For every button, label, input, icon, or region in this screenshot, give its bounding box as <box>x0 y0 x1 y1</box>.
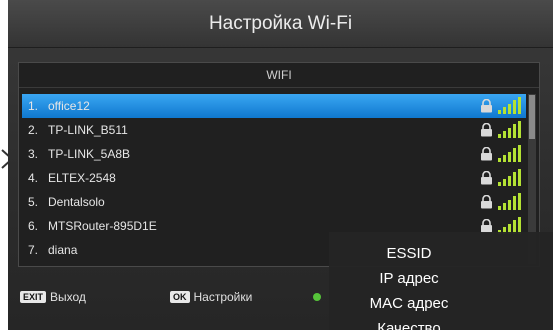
network-row[interactable]: 2. TP-LINK_B511 <box>22 118 526 142</box>
network-row[interactable]: 4. ELTEX-2548 <box>22 166 526 190</box>
exit-key-badge: EXIT <box>20 291 47 303</box>
signal-strength-icon <box>498 121 521 138</box>
row-number: 2. <box>28 123 39 137</box>
info-overlay-menu: ESSID IP адрес MAC адрес Качество <box>329 232 553 330</box>
panel-header: WIFI <box>19 63 539 88</box>
row-number: 3. <box>28 147 39 161</box>
lock-icon <box>481 171 492 185</box>
row-number: 7. <box>28 243 39 257</box>
row-number: 4. <box>28 171 39 185</box>
signal-strength-icon <box>498 97 521 114</box>
ssid-label: TP-LINK_5A8B <box>48 147 131 161</box>
green-key-icon <box>313 293 321 301</box>
lock-icon <box>481 99 492 113</box>
exit-label: Выход <box>50 290 86 304</box>
menu-item-quality[interactable]: Качество <box>329 320 489 330</box>
signal-strength-icon <box>498 145 521 162</box>
title-bar: Настройка Wi-Fi <box>8 0 553 48</box>
ssid-label: Dentalsolo <box>48 195 105 209</box>
menu-item-mac[interactable]: MAC адрес <box>329 295 489 312</box>
lock-icon <box>481 147 492 161</box>
ssid-label: ELTEX-2548 <box>48 171 116 185</box>
ssid-label: office12 <box>48 99 90 113</box>
ok-hint[interactable]: OK Настройки <box>170 290 252 304</box>
network-row[interactable]: 1. office12 <box>22 94 526 118</box>
lock-icon <box>481 219 492 233</box>
row-number: 6. <box>28 219 39 233</box>
ssid-label: MTSRouter-895D1E <box>48 219 157 233</box>
exit-hint[interactable]: EXIT Выход <box>20 290 86 304</box>
lock-icon <box>481 123 492 137</box>
row-number: 1. <box>28 99 39 113</box>
menu-item-ip[interactable]: IP адрес <box>329 270 489 287</box>
signal-strength-icon <box>498 169 521 186</box>
lock-icon <box>481 195 492 209</box>
ssid-label: TP-LINK_B511 <box>48 123 128 137</box>
row-number: 5. <box>28 195 39 209</box>
signal-strength-icon <box>498 193 521 210</box>
page-title: Настройка Wi-Fi <box>208 12 353 34</box>
network-row[interactable]: 5. Dentalsolo <box>22 190 526 214</box>
ok-key-badge: OK <box>170 291 190 303</box>
menu-item-essid[interactable]: ESSID <box>329 245 489 262</box>
network-row[interactable]: 3. TP-LINK_5A8B <box>22 142 526 166</box>
scrollbar-thumb[interactable] <box>529 95 535 139</box>
ok-label: Настройки <box>193 290 253 304</box>
green-key-hint[interactable] <box>313 293 321 301</box>
